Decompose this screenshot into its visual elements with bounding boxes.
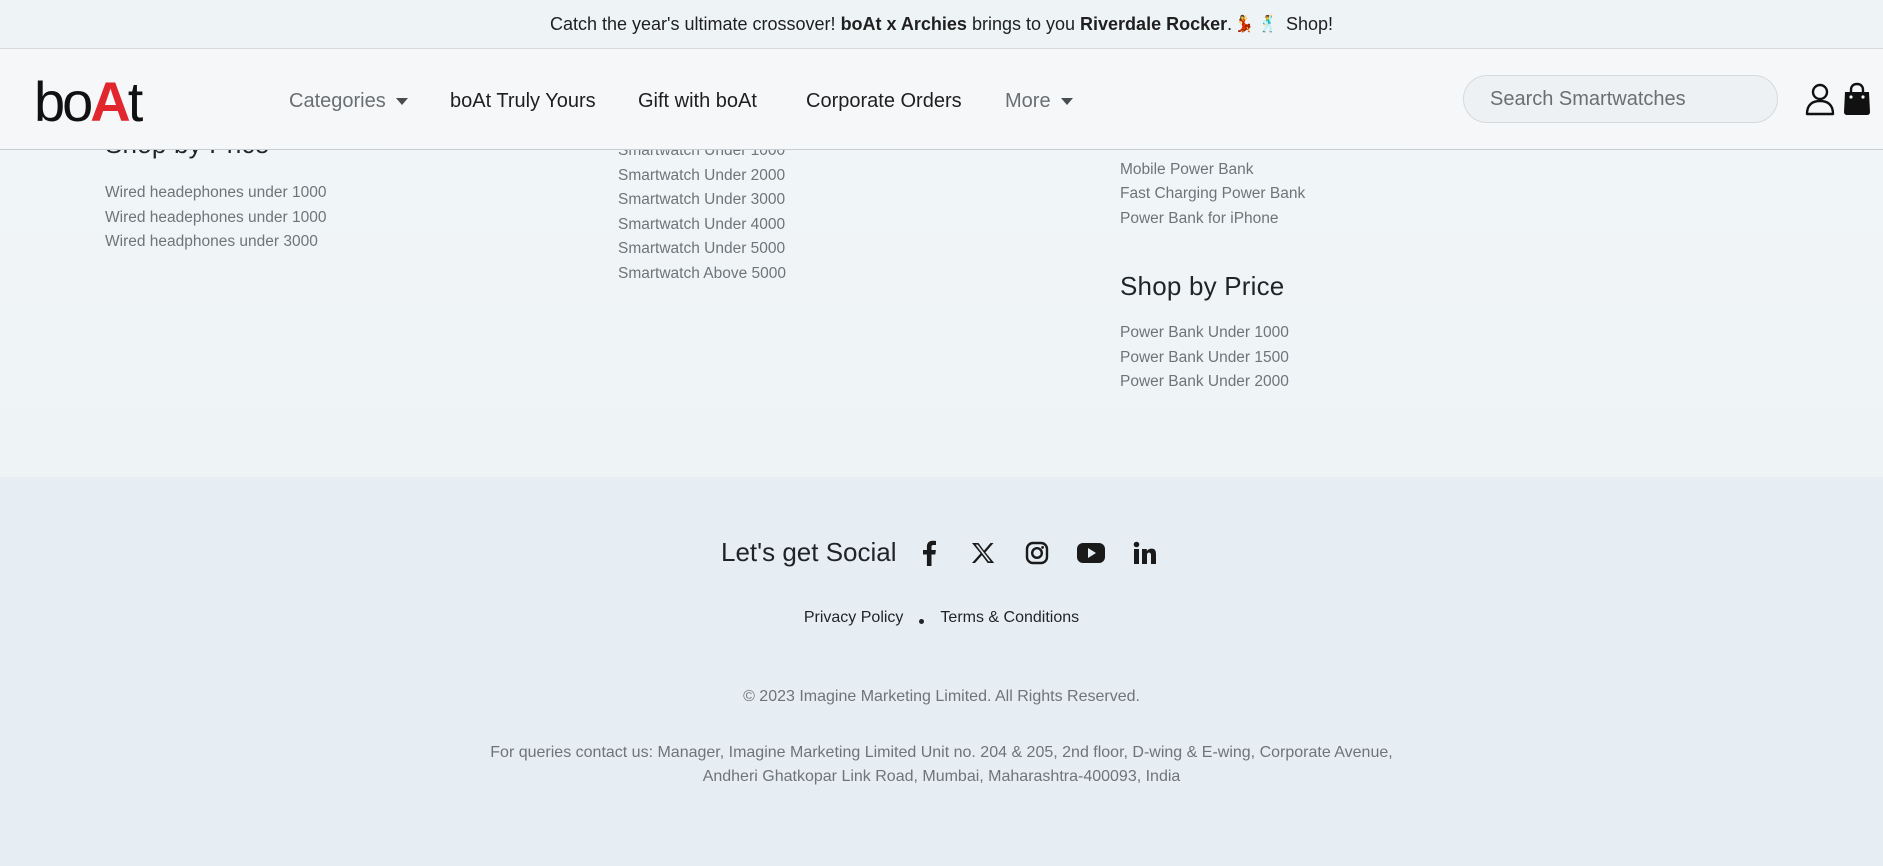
- privacy-policy-link[interactable]: Privacy Policy: [804, 609, 904, 627]
- list-item[interactable]: Smartwatch Above 5000: [618, 262, 786, 287]
- legal-links: Privacy Policy Terms & Conditions: [0, 609, 1883, 627]
- announcement-bar: Catch the year's ultimate crossover! boA…: [0, 0, 1883, 49]
- list-item[interactable]: Smartwatch Under 2000: [618, 164, 786, 189]
- power-bank-column: Power Bank 20000mah Mobile Power Bank Fa…: [1120, 133, 1305, 395]
- announcement-middle: brings to you: [971, 13, 1076, 34]
- chevron-down-icon: [395, 97, 408, 105]
- user-icon[interactable]: [1804, 82, 1836, 116]
- list-item[interactable]: Power Bank for iPhone: [1120, 207, 1305, 232]
- facebook-icon[interactable]: [914, 538, 944, 568]
- list-item[interactable]: Mobile Power Bank: [1120, 158, 1305, 183]
- logo-text-red: A: [90, 70, 130, 133]
- linkedin-icon[interactable]: [1130, 538, 1160, 568]
- instagram-icon[interactable]: [1022, 538, 1052, 568]
- copyright-text: © 2023 Imagine Marketing Limited. All Ri…: [743, 688, 1140, 705]
- list-item[interactable]: Power Bank Under 2000: [1120, 370, 1305, 395]
- nav-gift-with-boat[interactable]: Gift with boAt: [638, 90, 806, 113]
- social-title: Let's get Social: [721, 537, 897, 567]
- list-item[interactable]: Power Bank Under 1500: [1120, 346, 1305, 371]
- list-item[interactable]: Power Bank Under 1000: [1120, 321, 1305, 346]
- site-header: boAt Categories boAt Truly Yours Gift wi…: [0, 49, 1883, 150]
- nav-boat-truly-yours-label: boAt Truly Yours: [450, 89, 596, 112]
- contact-line-1: For queries contact us: Manager, Imagine…: [490, 744, 1393, 761]
- shopping-bag-icon[interactable]: [1842, 82, 1874, 116]
- site-footer: Let's get Social Privacy Policy Terms & …: [0, 477, 1883, 866]
- list-item[interactable]: Wired headephones under 1000: [105, 206, 326, 231]
- nav-corporate-orders-label: Corporate Orders: [806, 89, 962, 112]
- nav-more[interactable]: More: [1005, 90, 1073, 113]
- link-list: Wired headephones under 1000 Wired heade…: [105, 181, 326, 255]
- x-twitter-icon[interactable]: [968, 538, 998, 568]
- list-item[interactable]: Smartwatch Under 5000: [618, 237, 786, 262]
- main-nav: Categories boAt Truly Yours Gift with bo…: [289, 87, 1073, 115]
- nav-categories-label: Categories: [289, 89, 386, 112]
- contact-address: For queries contact us: Manager, Imagine…: [0, 741, 1883, 789]
- nav-corporate-orders[interactable]: Corporate Orders: [806, 90, 1005, 113]
- youtube-icon[interactable]: [1076, 538, 1106, 568]
- nav-more-label: More: [1005, 89, 1051, 112]
- chevron-down-icon: [1060, 97, 1073, 105]
- link-list: Power Bank Under 1000 Power Bank Under 1…: [1120, 321, 1305, 395]
- list-item[interactable]: Fast Charging Power Bank: [1120, 182, 1305, 207]
- contact-line-2: Andheri Ghatkopar Link Road, Mumbai, Mah…: [702, 768, 1181, 785]
- section-heading: Shop by Price: [1120, 271, 1285, 301]
- announcement-collab: boAt x Archies: [840, 13, 967, 34]
- search-input[interactable]: [1463, 75, 1778, 123]
- list-item[interactable]: Smartwatch Under 4000: [618, 213, 786, 238]
- logo-text-left: bo: [34, 70, 93, 133]
- nav-categories[interactable]: Categories: [289, 90, 450, 113]
- announcement-prefix: Catch the year's ultimate crossover!: [549, 13, 836, 34]
- link-list: Smartwatch Under 1000 Smartwatch Under 2…: [618, 139, 786, 286]
- announcement-collection: Riverdale Rocker: [1080, 13, 1228, 34]
- list-item[interactable]: Wired headephones under 1000: [105, 181, 326, 206]
- dancer-emoji: 💃: [1234, 16, 1255, 33]
- social-links: Let's get Social: [721, 537, 1160, 568]
- smartwatch-price-column: Smartwatch Under 1000 Smartwatch Under 2…: [618, 139, 786, 286]
- nav-gift-with-boat-label: Gift with boAt: [638, 89, 757, 112]
- logo-text-right: t: [127, 70, 143, 133]
- boat-logo[interactable]: boAt: [34, 74, 143, 130]
- list-item[interactable]: Wired headphones under 3000: [105, 230, 326, 255]
- list-item[interactable]: Smartwatch Under 3000: [618, 188, 786, 213]
- man-dancing-emoji: 🕺: [1258, 16, 1278, 33]
- nav-boat-truly-yours[interactable]: boAt Truly Yours: [450, 90, 638, 113]
- separator-dot: [919, 618, 925, 624]
- announcement-suffix: .: [1227, 13, 1233, 34]
- terms-conditions-link[interactable]: Terms & Conditions: [940, 609, 1079, 627]
- announcement-shop-link[interactable]: Shop!: [1286, 14, 1333, 35]
